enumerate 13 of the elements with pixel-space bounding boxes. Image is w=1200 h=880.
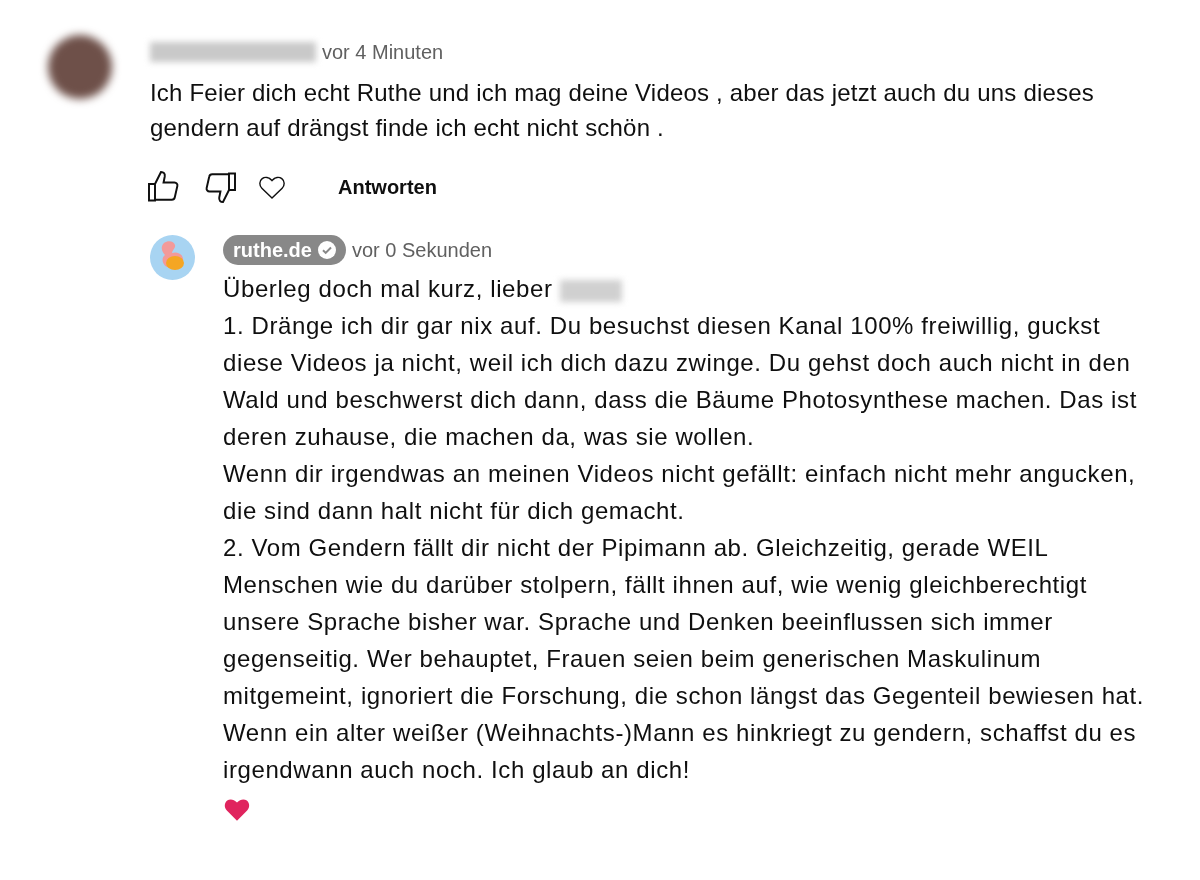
redacted-name bbox=[559, 279, 622, 302]
comment-time[interactable]: vor 4 Minuten bbox=[322, 40, 444, 64]
avatar[interactable] bbox=[48, 35, 112, 99]
reply-text: 2. Vom Gendern fällt dir nicht der Pipimann ab. Gleichzeitig, gerade WEIL Menschen wie du darüber stolpern, fällt ihnen auf, wie wenig gleichberechtigt unsere Sprache bisher war. Sprache und Denken beeinflussen sich immer gegenseitig. Wer behauptet, Frauen seien beim generischen Maskulinum mitgemeint, ignoriert die Forschung, die schon längst das Gegenteil bewiesen hat. bbox=[223, 533, 1146, 711]
reply-text: 1. Dränge ich dir gar nix auf. Du besuchst diesen Kanal 100% freiwillig, guckst diese Videos ja nicht, weil ich dich dazu zwinge. Du gehst doch auch nicht in den Wald und beschwerst dich dann, dass die Bäume Photosynthese machen. Das ist deren zuhause, die machen da, was sie wollen. bbox=[223, 311, 1138, 452]
reply-text: Wenn dir irgendwas an meinen Videos nicht gefällt: einfach nicht mehr angucken, die sind dann halt nicht für dich gemacht. bbox=[223, 459, 1137, 526]
comment-text: Ich Feier dich echt Ruthe und ich mag deine Videos , aber das jetzt auch du uns dieses gendern auf drängst finde ich echt nicht schön . bbox=[150, 78, 1095, 143]
reply-button[interactable]: Antworten bbox=[328, 169, 447, 205]
reply-text: Wenn ein alter weißer (Weihnachts-)Mann es hinkriegt zu gendern, schaffst du es irgendwann auch noch. Ich glaub an dich! bbox=[223, 718, 1138, 785]
reply-time[interactable]: vor 0 Sekunden bbox=[351, 238, 492, 262]
reply-text: Überleg doch mal kurz, lieber bbox=[223, 275, 553, 302]
channel-name[interactable]: ruthe.de bbox=[223, 235, 346, 265]
heart-icon[interactable] bbox=[258, 174, 286, 200]
